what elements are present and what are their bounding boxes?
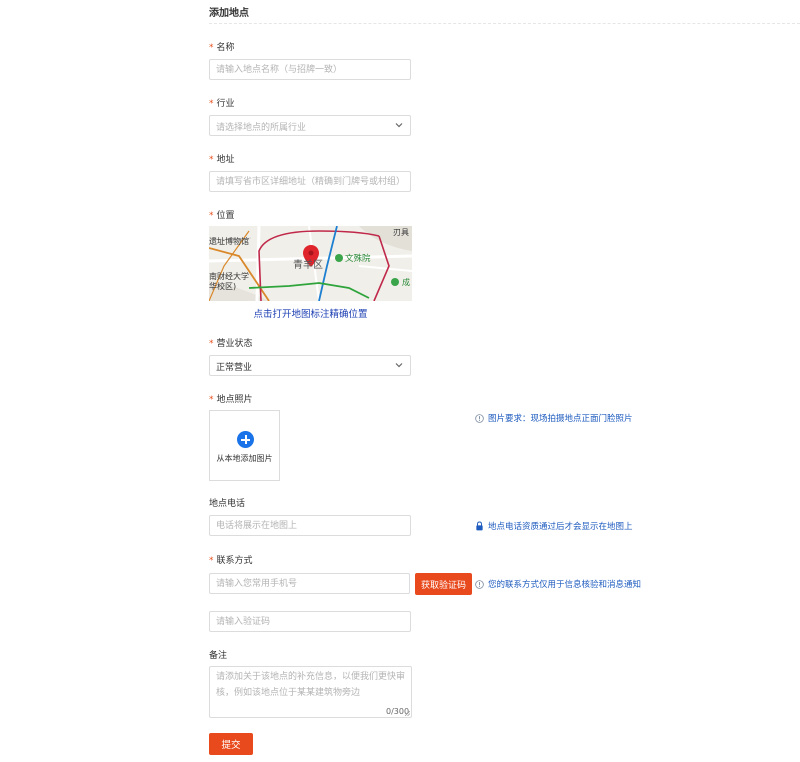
lock-icon [476, 521, 483, 531]
map-label-university-1: 南财经大学 [209, 271, 249, 281]
title-divider [209, 23, 800, 24]
remark-label: 备注 [209, 651, 228, 661]
required-mark: * [209, 43, 214, 53]
location-label: * 位置 [209, 211, 235, 221]
get-code-button[interactable]: 获取验证码 [415, 573, 472, 595]
submit-button[interactable]: 提交 [209, 733, 253, 755]
address-input[interactable] [209, 171, 411, 192]
open-map-link[interactable]: 点击打开地图标注精确位置 [209, 306, 412, 320]
plus-circle-icon [237, 431, 254, 448]
info-circle-icon [475, 580, 484, 589]
required-mark: * [209, 556, 214, 566]
photo-upload-box[interactable]: 从本地添加图片 [209, 410, 280, 481]
chevron-down-icon [395, 123, 403, 128]
industry-select-placeholder: 请选择地点的所属行业 [216, 123, 307, 133]
map-label-museum: 遗址博物馆 [209, 236, 249, 246]
map-label-district: 青羊区 [293, 258, 323, 271]
phone-input[interactable] [209, 515, 411, 536]
status-select-value: 正常营业 [216, 363, 253, 373]
industry-label: * 行业 [209, 99, 235, 109]
status-select[interactable]: 正常营业 [209, 355, 411, 376]
map-label-university-2: 华校区) [209, 281, 236, 291]
verification-code-input[interactable] [209, 611, 411, 632]
photo-label: * 地点照片 [209, 395, 253, 405]
page-title: 添加地点 [209, 8, 249, 19]
upload-text: 从本地添加图片 [216, 454, 273, 463]
contact-phone-input[interactable] [209, 573, 410, 594]
map-label-temple: 文殊院 [345, 253, 371, 264]
remark-textarea[interactable] [209, 666, 412, 718]
phone-label: 地点电话 [209, 499, 246, 509]
required-mark: * [209, 395, 214, 405]
contact-hint: 您的联系方式仅用于信息核验和消息通知 [475, 578, 641, 590]
name-label: * 名称 [209, 43, 235, 53]
contact-label: * 联系方式 [209, 556, 253, 566]
required-mark: * [209, 211, 214, 221]
required-mark: * [209, 99, 214, 109]
resize-grip-icon[interactable] [405, 711, 410, 716]
required-mark: * [209, 339, 214, 349]
map-label-right-edge: 成 [402, 277, 410, 287]
map-label-top-right: 刃具 [393, 228, 409, 237]
name-input[interactable] [209, 59, 411, 80]
status-label: * 营业状态 [209, 339, 253, 349]
phone-hint: 地点电话资质通过后才会显示在地图上 [475, 520, 633, 532]
photo-hint: 图片要求：现场拍摄地点正面门脸照片 [475, 412, 633, 424]
location-map[interactable]: 遗址博物馆 青羊区 文殊院 南财经大学 华校区) 刃具 成 [209, 226, 412, 301]
map-canvas: 遗址博物馆 青羊区 文殊院 南财经大学 华校区) 刃具 成 [209, 226, 412, 301]
required-mark: * [209, 155, 214, 165]
info-circle-icon [475, 414, 484, 423]
address-label: * 地址 [209, 155, 235, 165]
chevron-down-icon [395, 363, 403, 368]
industry-select[interactable]: 请选择地点的所属行业 [209, 115, 411, 136]
